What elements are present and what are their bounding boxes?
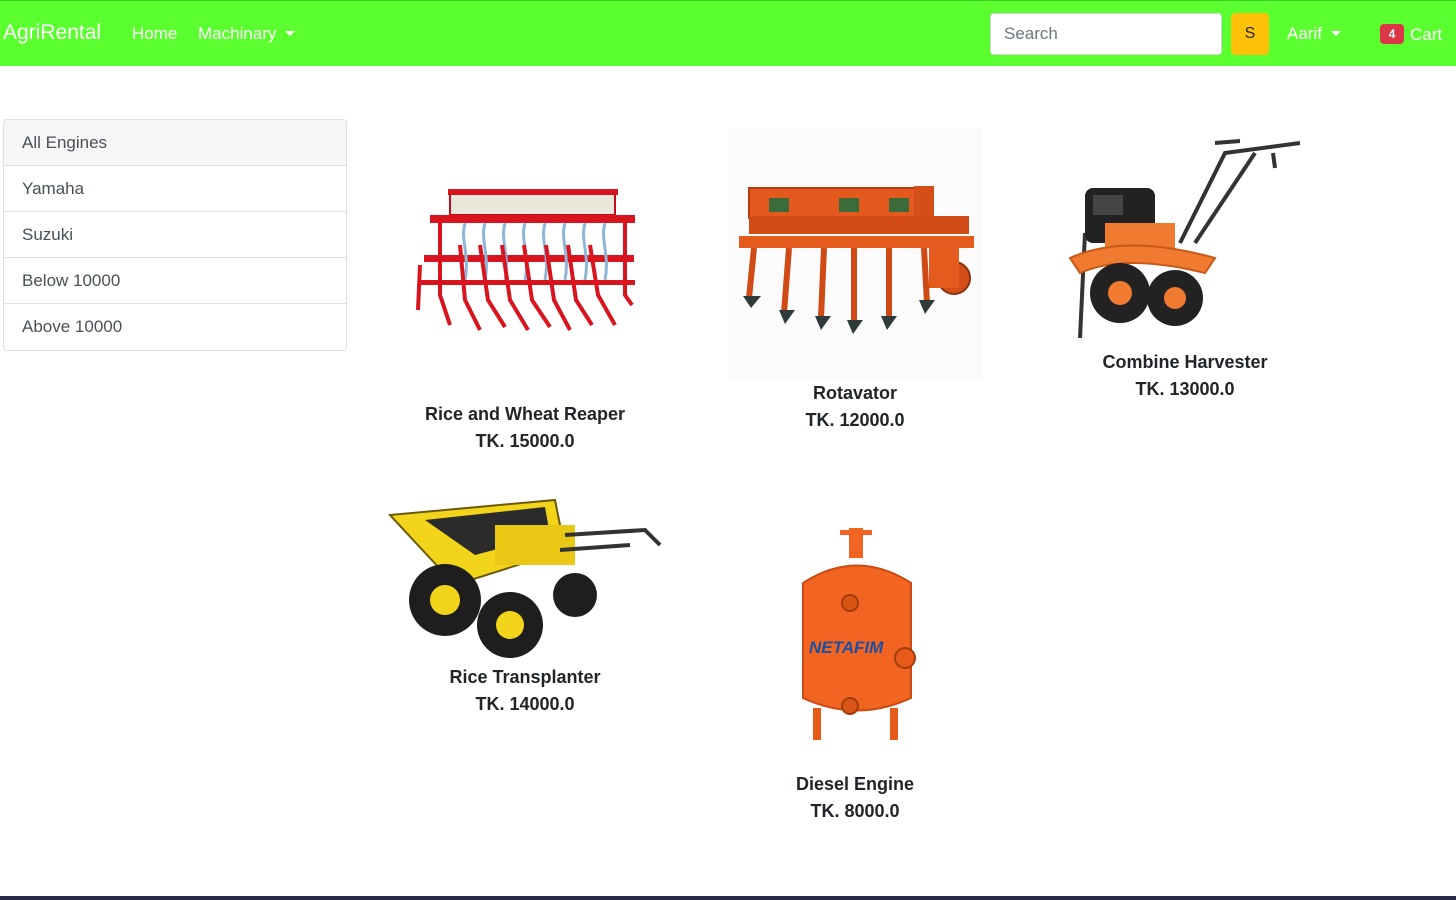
cart-label: Cart — [1410, 25, 1443, 44]
product-name[interactable]: Combine Harvester — [1020, 352, 1350, 373]
dumper-image[interactable] — [385, 495, 665, 665]
category-all-engines[interactable]: All Engines — [4, 120, 346, 166]
search-button[interactable]: S — [1231, 13, 1269, 55]
product-name[interactable]: Diesel Engine — [690, 774, 1020, 795]
product-price: TK. 15000.0 — [475, 431, 575, 451]
tank-image[interactable]: NETAFIM — [795, 528, 920, 743]
rotavator-image[interactable] — [729, 128, 982, 380]
page-bottom-border — [0, 896, 1456, 900]
category-yamaha[interactable]: Yamaha — [4, 166, 346, 212]
chevron-down-icon — [285, 31, 296, 36]
nav-machinary-label: Machinary — [198, 24, 277, 43]
cart-link[interactable]: 4 Cart — [1380, 24, 1442, 45]
product-price: TK. 12000.0 — [805, 410, 905, 430]
chevron-down-icon — [1330, 31, 1341, 36]
nav-home-link[interactable]: Home — [132, 24, 177, 44]
tiller-image[interactable] — [1065, 133, 1305, 348]
user-dropdown[interactable]: Aarif — [1287, 24, 1341, 44]
product-price: TK. 14000.0 — [475, 694, 575, 714]
brand-logo[interactable]: AgriRental — [3, 21, 101, 45]
netafim-logo: NETAFIM — [809, 638, 884, 657]
product-name[interactable]: Rotavator — [690, 383, 1020, 404]
user-name: Aarif — [1287, 24, 1322, 43]
search-input[interactable] — [990, 13, 1222, 55]
category-below-10000[interactable]: Below 10000 — [4, 258, 346, 304]
product-name[interactable]: Rice and Wheat Reaper — [360, 404, 690, 425]
category-suzuki[interactable]: Suzuki — [4, 212, 346, 258]
product-price: TK. 13000.0 — [1135, 379, 1235, 399]
product-name[interactable]: Rice Transplanter — [360, 667, 690, 688]
nav-machinary-dropdown[interactable]: Machinary — [198, 24, 296, 44]
category-list: All Engines Yamaha Suzuki Below 10000 Ab… — [3, 119, 347, 351]
seed-drill-image[interactable] — [410, 185, 640, 345]
cart-count-badge: 4 — [1380, 24, 1404, 44]
category-above-10000[interactable]: Above 10000 — [4, 304, 346, 350]
navbar: AgriRental Home Machinary S Aarif 4 Cart — [0, 0, 1456, 66]
product-price: TK. 8000.0 — [810, 801, 900, 821]
